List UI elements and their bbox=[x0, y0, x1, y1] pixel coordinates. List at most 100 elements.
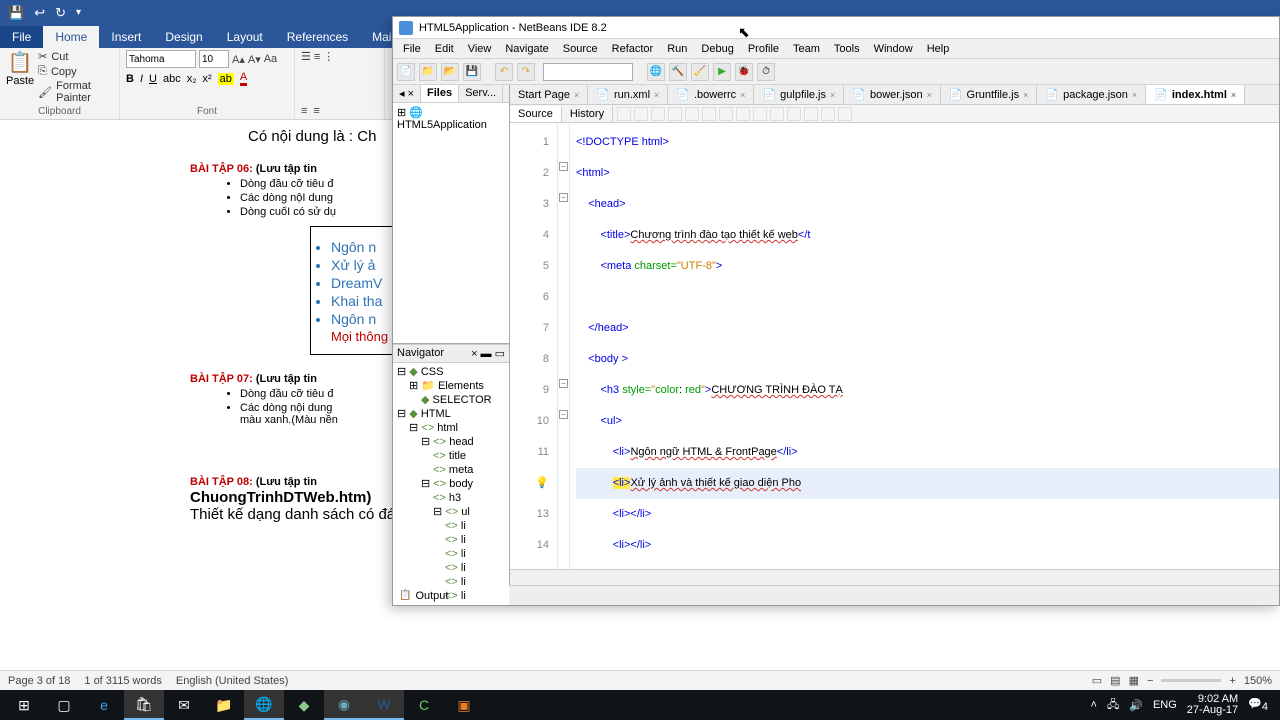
project-tree[interactable]: ⊞ 🌐 HTML5Application bbox=[393, 103, 509, 343]
ed-tool-icon[interactable] bbox=[804, 107, 818, 121]
format-painter-button[interactable]: 🖌Format Painter bbox=[38, 80, 113, 104]
qat-more-icon[interactable]: ▾ bbox=[76, 7, 81, 18]
ed-tool-icon[interactable] bbox=[821, 107, 835, 121]
new-project-icon[interactable]: 📁 bbox=[419, 63, 437, 81]
align-left-icon[interactable]: ≡ bbox=[301, 105, 307, 117]
status-language[interactable]: English (United States) bbox=[176, 675, 289, 687]
view-print-icon[interactable]: ▤ bbox=[1110, 674, 1120, 687]
tab-insert[interactable]: Insert bbox=[99, 26, 153, 48]
ed-tool-icon[interactable] bbox=[838, 107, 852, 121]
save-all-icon[interactable]: 💾 bbox=[463, 63, 481, 81]
zoom-level[interactable]: 150% bbox=[1244, 675, 1272, 687]
tab-file[interactable]: File bbox=[0, 26, 43, 48]
view-web-icon[interactable]: ▦ bbox=[1129, 674, 1139, 687]
redo-icon[interactable]: ↷ bbox=[517, 63, 535, 81]
horizontal-scrollbar[interactable] bbox=[510, 569, 1279, 585]
code-content[interactable]: <!DOCTYPE html> <html> <head> <title>Chư… bbox=[570, 123, 1279, 569]
menu-file[interactable]: File bbox=[397, 41, 427, 57]
undo-icon[interactable]: ↩ bbox=[34, 5, 45, 21]
grow-font-icon[interactable]: A▴ bbox=[232, 53, 245, 66]
menu-source[interactable]: Source bbox=[557, 41, 604, 57]
cut-button[interactable]: ✂Cut bbox=[38, 50, 113, 63]
bold-button[interactable]: B bbox=[126, 73, 134, 85]
camtasia-icon[interactable]: ▣ bbox=[444, 690, 484, 720]
align-center-icon[interactable]: ≡ bbox=[313, 105, 319, 117]
subscript-button[interactable]: x₂ bbox=[187, 73, 197, 85]
menu-help[interactable]: Help bbox=[921, 41, 956, 57]
ed-tool-icon[interactable] bbox=[651, 107, 665, 121]
run-icon[interactable]: ▶ bbox=[713, 63, 731, 81]
chrome-icon[interactable]: 🌐 bbox=[244, 690, 284, 720]
view-read-icon[interactable]: ▭ bbox=[1092, 674, 1102, 687]
status-words[interactable]: 1 of 3115 words bbox=[84, 675, 161, 687]
tray-language[interactable]: ENG bbox=[1153, 699, 1177, 711]
edge-icon[interactable]: e bbox=[84, 690, 124, 720]
tab-package-json[interactable]: 📄package.json× bbox=[1037, 85, 1146, 104]
ed-tool-icon[interactable] bbox=[719, 107, 733, 121]
tab-gulpfile[interactable]: 📄gulpfile.js× bbox=[754, 85, 844, 104]
task-view-icon[interactable]: ▢ bbox=[44, 690, 84, 720]
menu-refactor[interactable]: Refactor bbox=[606, 41, 660, 57]
new-file-icon[interactable]: 📄 bbox=[397, 63, 415, 81]
save-icon[interactable]: 💾 bbox=[8, 5, 24, 21]
projects-tab-x[interactable]: ◂ × bbox=[393, 85, 421, 102]
numbering-icon[interactable]: ≡ bbox=[314, 51, 320, 63]
superscript-button[interactable]: x² bbox=[203, 73, 212, 85]
font-color-button[interactable]: A bbox=[240, 71, 247, 86]
start-button[interactable]: ⊞ bbox=[4, 690, 44, 720]
status-page[interactable]: Page 3 of 18 bbox=[8, 675, 70, 687]
font-name-select[interactable] bbox=[126, 50, 196, 68]
tab-references[interactable]: References bbox=[275, 26, 360, 48]
ed-tool-icon[interactable] bbox=[617, 107, 631, 121]
tab-files[interactable]: Files bbox=[421, 85, 459, 102]
menu-edit[interactable]: Edit bbox=[429, 41, 460, 57]
menu-window[interactable]: Window bbox=[868, 41, 919, 57]
app-icon[interactable]: ◆ bbox=[284, 690, 324, 720]
subtab-source[interactable]: Source bbox=[510, 106, 562, 122]
bullets-icon[interactable]: ☰ bbox=[301, 50, 311, 63]
zoom-in-icon[interactable]: + bbox=[1229, 675, 1235, 687]
tab-run-xml[interactable]: 📄run.xml× bbox=[588, 85, 668, 104]
tray-up-icon[interactable]: ˄ bbox=[1091, 699, 1097, 711]
redo-icon[interactable]: ↻ bbox=[55, 5, 66, 21]
multilevel-icon[interactable]: ⋮ bbox=[323, 50, 334, 63]
output-panel-tab[interactable]: 📋 Output bbox=[393, 585, 1279, 605]
fold-gutter[interactable]: − − − − bbox=[558, 123, 570, 569]
menu-debug[interactable]: Debug bbox=[695, 41, 739, 57]
menu-team[interactable]: Team bbox=[787, 41, 826, 57]
underline-button[interactable]: U bbox=[149, 73, 157, 85]
netbeans-titlebar[interactable]: HTML5Application - NetBeans IDE 8.2 bbox=[393, 17, 1279, 39]
tab-start-page[interactable]: Start Page× bbox=[510, 85, 588, 104]
menu-profile[interactable]: Profile bbox=[742, 41, 785, 57]
tab-bower-json[interactable]: 📄bower.json× bbox=[844, 85, 941, 104]
ed-tool-icon[interactable] bbox=[702, 107, 716, 121]
change-case-icon[interactable]: Aa bbox=[264, 53, 277, 65]
subtab-history[interactable]: History bbox=[562, 106, 613, 122]
menu-tools[interactable]: Tools bbox=[828, 41, 866, 57]
menu-view[interactable]: View bbox=[462, 41, 498, 57]
explorer-icon[interactable]: 📁 bbox=[204, 690, 244, 720]
highlight-button[interactable]: ab bbox=[218, 73, 234, 85]
paste-button[interactable]: 📋Paste bbox=[6, 50, 34, 104]
tab-gruntfile[interactable]: 📄Gruntfile.js× bbox=[941, 85, 1038, 104]
debug-icon[interactable]: 🐞 bbox=[735, 63, 753, 81]
ed-tool-icon[interactable] bbox=[685, 107, 699, 121]
config-select[interactable] bbox=[543, 63, 633, 81]
navigator-close-icon[interactable]: × ▬ ▭ bbox=[471, 347, 505, 360]
open-icon[interactable]: 📂 bbox=[441, 63, 459, 81]
zoom-out-icon[interactable]: − bbox=[1147, 675, 1153, 687]
ed-tool-icon[interactable] bbox=[668, 107, 682, 121]
tray-volume-icon[interactable]: 🔊 bbox=[1129, 699, 1143, 712]
tab-home[interactable]: Home bbox=[43, 26, 99, 48]
ed-tool-icon[interactable] bbox=[787, 107, 801, 121]
tray-clock[interactable]: 9:02 AM27-Aug-17 bbox=[1187, 694, 1238, 716]
netbeans-taskbar-icon[interactable]: ◉ bbox=[324, 690, 364, 720]
strikethrough-button[interactable]: abc bbox=[163, 73, 181, 85]
tab-services[interactable]: Serv... bbox=[459, 85, 503, 102]
italic-button[interactable]: I bbox=[140, 73, 143, 85]
profile-icon[interactable]: ⏱ bbox=[757, 63, 775, 81]
clean-build-icon[interactable]: 🧹 bbox=[691, 63, 709, 81]
browser-chrome-icon[interactable]: 🌐 bbox=[647, 63, 665, 81]
build-icon[interactable]: 🔨 bbox=[669, 63, 687, 81]
ed-tool-icon[interactable] bbox=[634, 107, 648, 121]
